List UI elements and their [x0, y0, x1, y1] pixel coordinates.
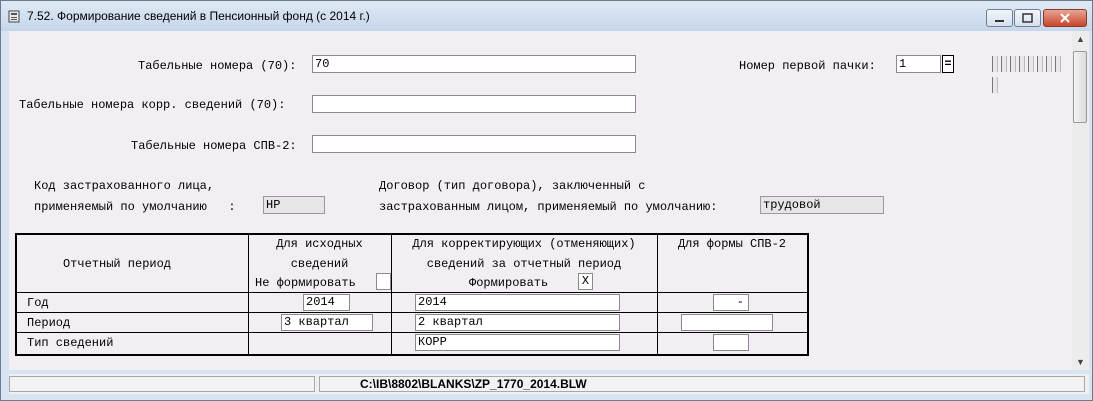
type-corr-input[interactable]: КОРР [415, 334, 620, 351]
first-pack-label: Номер первой пачки: [739, 59, 876, 73]
maximize-button[interactable] [1014, 9, 1041, 27]
first-pack-input[interactable]: 1 [896, 55, 941, 73]
vertical-scrollbar[interactable]: ▲ ▼ [1072, 31, 1089, 370]
col-corr-header-l2: сведений за отчетный период [426, 257, 622, 271]
close-button[interactable] [1043, 9, 1087, 27]
col-period-header: Отчетный период [62, 257, 172, 271]
title-bar[interactable]: 7.52. Формирование сведений в Пенсионный… [1, 1, 1092, 31]
period-orig-input[interactable]: 3 квартал [281, 314, 373, 331]
period-spv2-input[interactable] [681, 314, 773, 331]
form-area: Табельные номера (70): 70 Номер первой п… [9, 31, 1072, 370]
row-label-type: Тип сведений [27, 336, 114, 350]
minimize-button[interactable] [986, 9, 1013, 27]
insured-code-label-line2: применяемый по умолчанию : [34, 200, 236, 214]
minimize-icon [995, 20, 1004, 22]
col-orig-header-l1: Для исходных [276, 237, 363, 251]
status-bar: C:\IB\8802\BLANKS\ZP_1770_2014.BLW [9, 374, 1089, 394]
status-file-path: C:\IB\8802\BLANKS\ZP_1770_2014.BLW [319, 376, 1085, 392]
close-icon [1060, 13, 1070, 23]
row-label-year: Год [27, 296, 49, 310]
period-table: Отчетный период Для исходных сведений Не… [15, 233, 809, 356]
tab-numbers-corr-input[interactable] [312, 95, 636, 113]
contract-type-input[interactable]: трудовой [760, 196, 884, 214]
tab-numbers-label: Табельные номера (70): [138, 59, 297, 73]
scroll-down-icon[interactable]: ▼ [1072, 354, 1089, 370]
scroll-thumb[interactable] [1073, 51, 1087, 123]
col-corr-header-l3: Формировать [469, 276, 549, 290]
col-corr-header-l1: Для корректирующих (отменяющих) [412, 237, 636, 251]
type-spv2-input[interactable] [713, 334, 749, 351]
year-corr-input[interactable]: 2014 [415, 294, 620, 311]
window-title: 7.52. Формирование сведений в Пенсионный… [27, 9, 370, 23]
contract-label-line1: Договор (тип договора), заключенный с [379, 179, 646, 193]
maximize-icon [1022, 13, 1033, 23]
tab-numbers-input[interactable]: 70 [312, 55, 636, 73]
year-orig-input[interactable]: 2014 [303, 294, 350, 311]
tab-numbers-spv2-input[interactable] [312, 135, 636, 153]
col-orig-header-l3: Не формировать [255, 276, 356, 290]
insured-code-label-line1: Код застрахованного лица, [34, 179, 215, 193]
row-label-period: Период [27, 316, 71, 330]
pack-bars-indicator [992, 56, 1072, 98]
contract-label-line2: застрахованным лицом, применяемый по умо… [379, 200, 718, 214]
col-spv2-header: Для формы СПВ-2 [677, 237, 787, 251]
col-orig-header-l2: сведений [290, 257, 349, 271]
document-icon [8, 10, 20, 23]
scroll-up-icon[interactable]: ▲ [1072, 31, 1089, 47]
not-form-checkbox[interactable] [376, 273, 391, 290]
period-corr-input[interactable]: 2 квартал [415, 314, 620, 331]
main-window: 7.52. Формирование сведений в Пенсионный… [0, 0, 1093, 401]
year-spv2-input[interactable]: - [713, 294, 749, 311]
tab-numbers-corr-label: Табельные номера корр. сведений (70): [19, 98, 286, 112]
status-panel-left [9, 376, 315, 392]
insured-code-input[interactable]: НР [263, 196, 325, 214]
first-pack-button[interactable]: = [942, 55, 954, 73]
form-checkbox[interactable]: X [578, 273, 593, 290]
tab-numbers-spv2-label: Табельные номера СПВ-2: [131, 139, 297, 153]
